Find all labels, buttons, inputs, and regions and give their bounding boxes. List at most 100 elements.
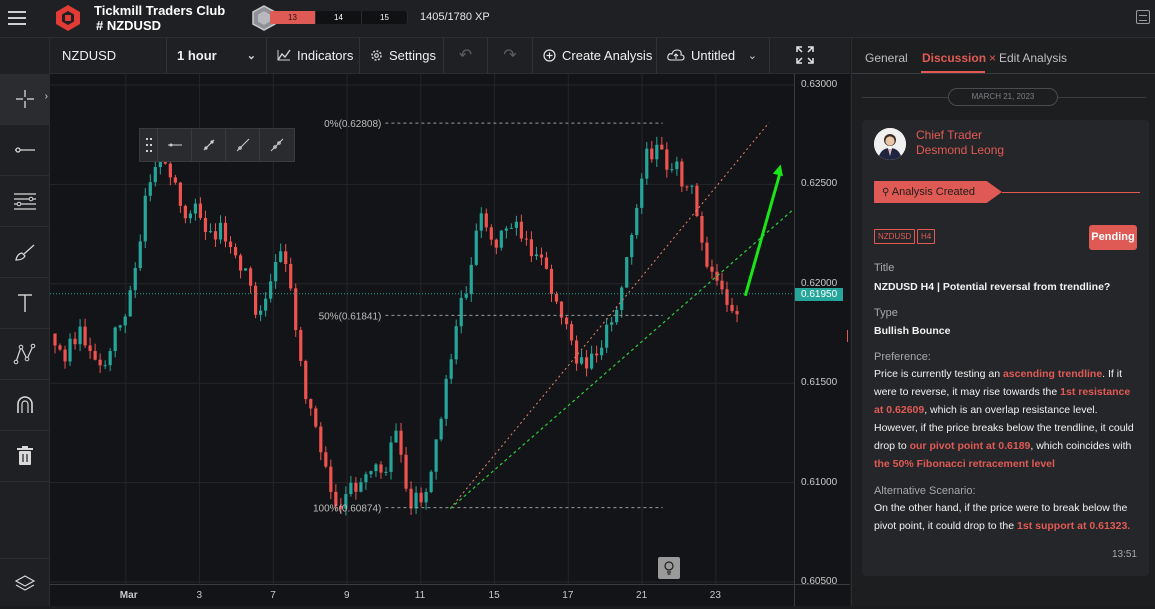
fullscreen-button[interactable] xyxy=(770,38,850,74)
alternative-highlight: 1st support at 0.61323. xyxy=(1017,520,1131,532)
candle-body xyxy=(309,399,313,409)
candle-body xyxy=(138,241,142,269)
ray-icon xyxy=(236,138,249,152)
interval-dropdown[interactable]: 1 hour ⌄ xyxy=(167,38,267,74)
candle-body xyxy=(243,268,248,271)
candle-body xyxy=(53,333,57,346)
candle-body xyxy=(665,149,669,170)
candle-body xyxy=(153,167,157,183)
candle-body xyxy=(539,254,544,258)
candle-body xyxy=(429,471,433,492)
candle-body xyxy=(279,251,283,262)
extended-line-button[interactable] xyxy=(260,129,294,161)
create-analysis-button[interactable]: Create Analysis xyxy=(533,38,657,74)
candle-body xyxy=(660,144,664,150)
candle-body xyxy=(504,228,508,231)
tab-edit-analysis[interactable]: Edit Analysis xyxy=(999,51,1067,65)
fibonacci-tool[interactable] xyxy=(0,176,50,227)
candle-body xyxy=(188,213,193,219)
lightbulb-button[interactable] xyxy=(658,557,680,579)
object-tree-tool[interactable] xyxy=(0,558,50,609)
trend-line-button[interactable] xyxy=(192,129,226,161)
layers-icon xyxy=(14,575,36,591)
time-tick-label: 15 xyxy=(488,590,500,601)
ray-button[interactable] xyxy=(226,129,260,161)
preference-segment: , which coincides with xyxy=(1030,440,1132,452)
candle-body xyxy=(218,222,223,240)
candle-body xyxy=(208,231,213,233)
magnet-tool[interactable] xyxy=(0,380,50,431)
author-role[interactable]: Chief Trader xyxy=(916,128,982,142)
time-tick-label: 9 xyxy=(344,590,350,601)
candle-body xyxy=(655,144,659,160)
pattern-tool[interactable] xyxy=(0,329,50,380)
candle-body xyxy=(574,340,579,364)
text-tool[interactable] xyxy=(0,278,50,329)
title-label: Title xyxy=(874,262,895,274)
time-axis[interactable]: Mar 3 7 9 11 15 17 21 23 xyxy=(50,584,794,606)
price-tick-label: 0.62500 xyxy=(801,178,838,190)
horizontal-line-tool[interactable] xyxy=(0,125,50,176)
layout-name: Untitled xyxy=(691,48,736,63)
price-axis[interactable]: 0.63000 0.62500 0.62000 0.61500 0.61000 0.605… xyxy=(794,74,850,587)
candle-body xyxy=(529,239,534,257)
settings-button[interactable]: Settings xyxy=(360,38,444,74)
candle-body xyxy=(424,491,428,503)
undo-icon[interactable]: ↶ xyxy=(444,38,488,74)
line-style-button[interactable] xyxy=(158,129,192,161)
candle-body xyxy=(414,492,418,509)
candle-body xyxy=(168,163,172,178)
candle-body xyxy=(564,317,569,325)
candle-body xyxy=(700,215,704,243)
chart-toolbar: NZDUSD 1 hour ⌄ Indicators Settings ↶ ↷ … xyxy=(50,38,850,74)
alternative-text: On the other hand, if the price were to … xyxy=(874,499,1142,535)
symbol-selector[interactable]: NZDUSD xyxy=(50,38,167,74)
close-icon[interactable]: × xyxy=(989,51,996,65)
layout-menu-button[interactable]: Untitled ⌄ xyxy=(657,38,770,74)
candle-body xyxy=(88,345,92,351)
candle-body xyxy=(645,148,649,179)
candle-body xyxy=(509,227,513,229)
analysis-panel: General Discussion × Edit Analysis MARCH… xyxy=(851,38,1155,606)
crosshair-tool[interactable]: › xyxy=(0,74,50,125)
chat-icon[interactable] xyxy=(1136,10,1150,24)
candle-body xyxy=(319,426,323,453)
candle-body xyxy=(289,264,293,289)
fibonacci-level-label: 0%(0.62808) xyxy=(324,119,381,130)
tab-general[interactable]: General xyxy=(865,51,908,65)
tickmill-logo xyxy=(56,5,80,31)
candle-body xyxy=(93,350,97,360)
candle-body xyxy=(379,464,383,473)
price-tick-label: 0.63000 xyxy=(801,79,838,90)
magnet-icon xyxy=(17,396,33,413)
candle-body xyxy=(349,482,353,495)
chevron-right-icon[interactable]: › xyxy=(45,91,48,102)
candle-body xyxy=(198,203,203,218)
brush-tool[interactable] xyxy=(0,227,50,278)
fibonacci-icon xyxy=(14,193,36,210)
candle-body xyxy=(233,247,238,256)
candle-body xyxy=(123,316,127,326)
delete-drawings-tool[interactable] xyxy=(0,431,50,482)
drag-handle-icon[interactable] xyxy=(140,129,158,161)
author-name[interactable]: Desmond Leong xyxy=(916,143,1004,157)
candle-body xyxy=(254,285,258,315)
menu-icon[interactable] xyxy=(8,11,26,25)
analysis-card: Chief Trader Desmond Leong ⚲ Analysis Cr… xyxy=(862,120,1149,576)
candle-body xyxy=(314,408,318,427)
candle-body xyxy=(324,452,328,467)
candle-body xyxy=(484,213,488,228)
indicators-button[interactable]: Indicators xyxy=(267,38,360,74)
time-tick-label: 11 xyxy=(414,590,426,601)
candle-body xyxy=(389,442,393,472)
candle-body xyxy=(600,347,604,356)
tab-discussion[interactable]: Discussion xyxy=(922,51,986,65)
forecast-arrow-shaft xyxy=(743,170,783,297)
active-tab-indicator xyxy=(921,71,985,73)
candle-body xyxy=(690,185,694,187)
cloud-upload-icon xyxy=(667,38,685,74)
redo-icon[interactable]: ↷ xyxy=(488,38,533,74)
pattern-icon xyxy=(13,343,36,365)
candle-body xyxy=(579,357,584,364)
avatar[interactable] xyxy=(874,128,906,160)
